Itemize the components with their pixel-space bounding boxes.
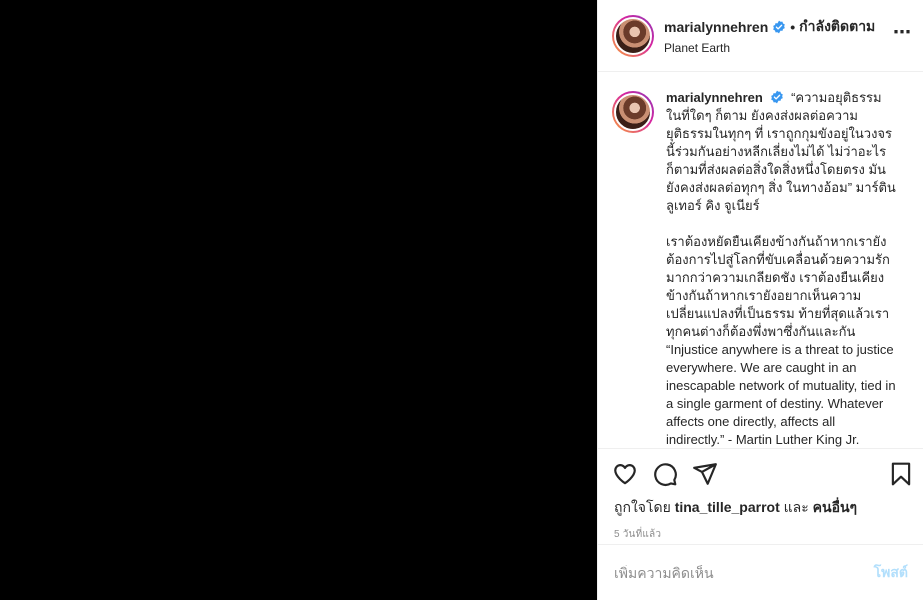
post-timestamp[interactable]: 5 วันที่แล้ว [598,519,923,542]
likes-prefix: ถูกใจโดย [614,499,671,515]
caption-avatar[interactable] [612,91,654,133]
share-icon[interactable] [692,461,718,487]
caption-paragraph-2: เราต้องหยัดยืนเคียงข้างกันถ้าหากเรายังต้… [666,234,896,447]
avatar[interactable] [612,14,654,57]
caption-paragraph-1: “ความอยุติธรรมในที่ใดๆ ก็ตาม ยังคงส่งผลต… [666,90,896,213]
comment-input[interactable] [614,564,874,581]
post-header: marialynnehren • กำลังติดตาม Planet Eart… [598,0,923,72]
caption-scroll-area[interactable]: marialynnehren “ความอยุติธรรมในที่ใดๆ ก็… [598,73,923,448]
caption-text: marialynnehren “ความอยุติธรรมในที่ใดๆ ก็… [666,89,896,448]
heart-icon[interactable] [612,461,638,487]
post-media[interactable] [0,0,597,600]
verified-badge-icon [771,90,784,104]
username-link[interactable]: marialynnehren [664,19,768,35]
comment-form: โพสต์ [598,544,923,600]
caption-username-link[interactable]: marialynnehren [666,90,763,105]
post-comment-button[interactable]: โพสต์ [874,562,908,584]
verified-badge-icon [773,20,786,34]
likes-summary: ถูกใจโดย tina_tille_parrot และ คนอื่นๆ [598,487,923,519]
bookmark-icon[interactable] [888,461,914,487]
likes-conjunction: และ [783,499,809,515]
post-side-panel: marialynnehren • กำลังติดตาม Planet Eart… [597,0,923,600]
liker-username-link[interactable]: tina_tille_parrot [675,499,780,515]
more-options-icon[interactable]: ⋯ [893,22,912,43]
post-actions: ถูกใจโดย tina_tille_parrot และ คนอื่นๆ 5… [598,448,923,540]
comment-icon[interactable] [652,461,678,487]
following-button[interactable]: กำลังติดตาม [799,16,875,38]
location-link[interactable]: Planet Earth [664,41,875,55]
likes-others-link[interactable]: คนอื่นๆ [813,499,857,515]
separator-dot: • [790,19,796,35]
post-dialog: marialynnehren • กำลังติดตาม Planet Eart… [0,0,923,600]
